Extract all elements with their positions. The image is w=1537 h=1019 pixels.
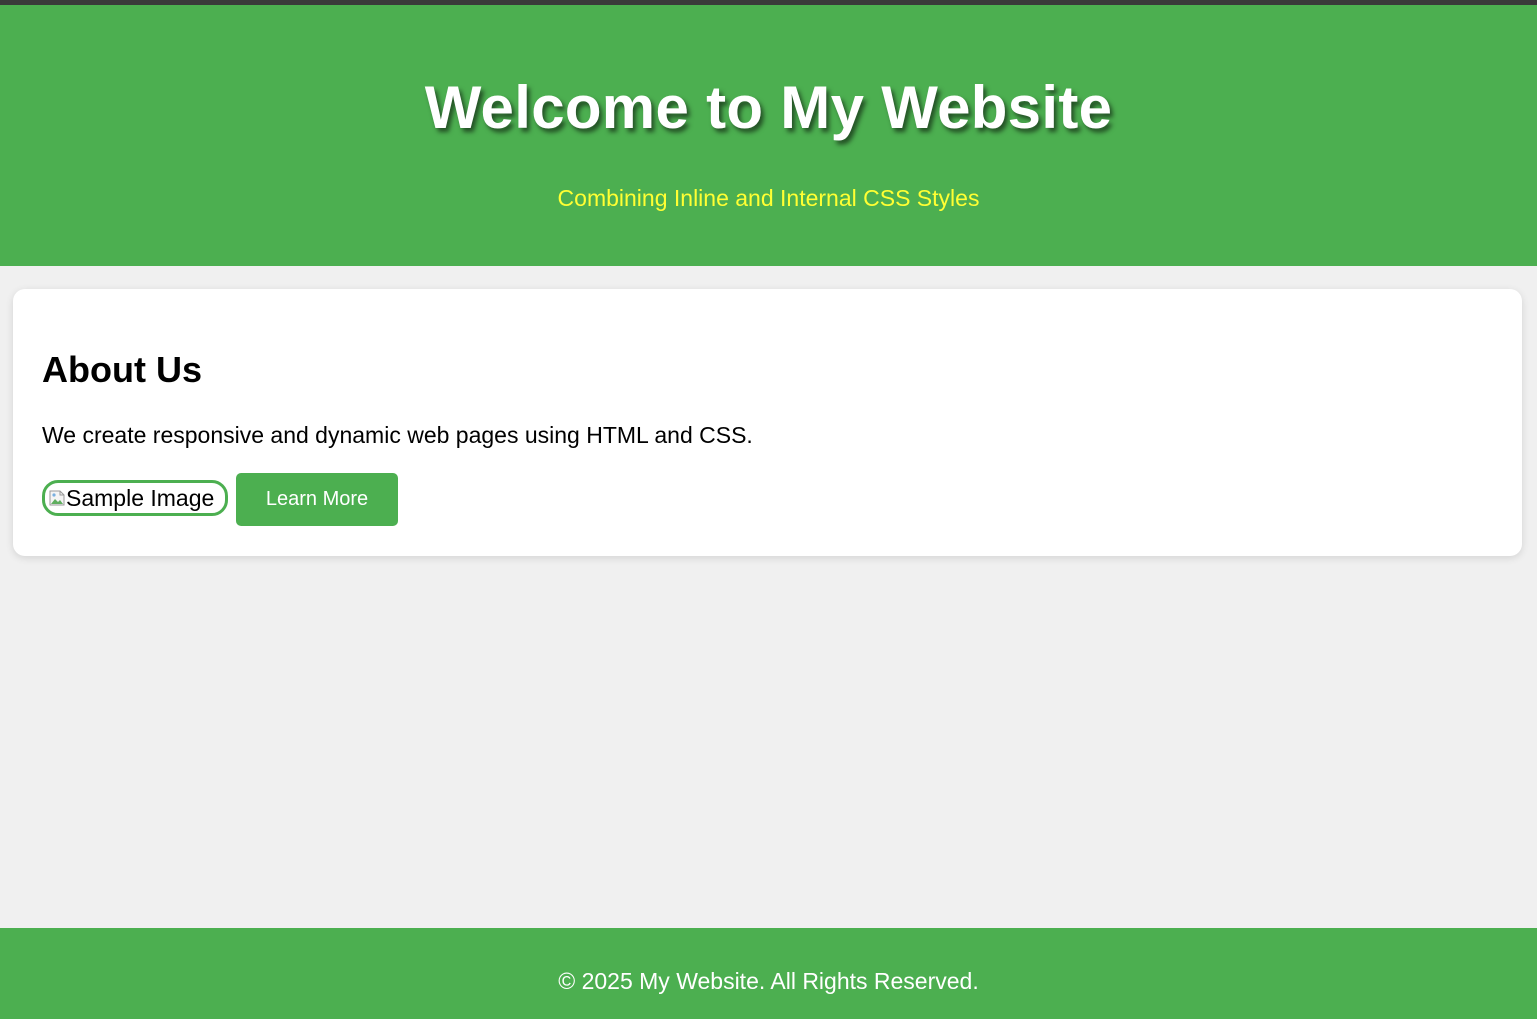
about-description: We create responsive and dynamic web pag… bbox=[42, 422, 753, 448]
broken-image-icon bbox=[49, 490, 65, 506]
about-heading: About Us bbox=[42, 349, 202, 390]
site-title: Welcome to My Website bbox=[424, 74, 1113, 141]
site-subtitle: Combining Inline and Internal CSS Styles bbox=[557, 185, 980, 211]
site-header: Welcome to My Website Combining Inline a… bbox=[0, 5, 1537, 266]
sample-image-alt-text: Sample Image bbox=[66, 485, 215, 511]
footer-copyright: © 2025 My Website. All Rights Reserved. bbox=[558, 968, 979, 994]
about-card: About Us We create responsive and dynami… bbox=[13, 289, 1522, 556]
sample-image: Sample Image bbox=[42, 480, 228, 516]
learn-more-button[interactable]: Learn More bbox=[236, 473, 398, 526]
site-footer: © 2025 My Website. All Rights Reserved. bbox=[0, 928, 1537, 1019]
